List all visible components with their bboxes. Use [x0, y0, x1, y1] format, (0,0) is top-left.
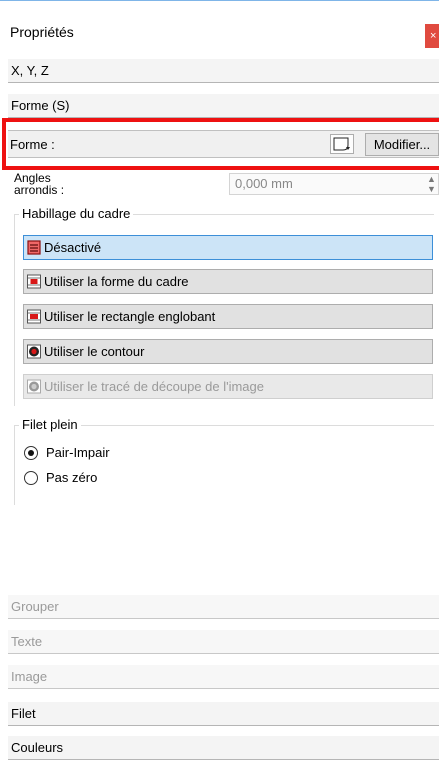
section-grouper[interactable]: Grouper	[8, 595, 439, 619]
habillage-legend: Habillage du cadre	[19, 206, 134, 221]
radio-pas-zero-label[interactable]: Pas zéro	[46, 470, 97, 485]
radio-pair-impair-label[interactable]: Pair-Impair	[46, 445, 110, 460]
wrap-bounding-box-button[interactable]: Utiliser le rectangle englobant	[23, 304, 433, 329]
wrap-contour-icon	[27, 344, 41, 359]
rounded-rect-shape-icon	[333, 137, 350, 151]
forme-row: Forme : Modifier...	[8, 130, 439, 158]
radio-pas-zero[interactable]	[24, 471, 38, 485]
angles-input[interactable]: 0,000 mm ▲ ▼	[229, 173, 439, 195]
wrap-clip-path-icon	[27, 379, 41, 394]
wrap-frame-shape-button[interactable]: Utiliser la forme du cadre	[23, 269, 433, 294]
close-button[interactable]: ×	[425, 24, 439, 48]
wrap-frame-icon	[27, 274, 41, 289]
section-couleurs[interactable]: Couleurs	[8, 736, 439, 760]
section-image[interactable]: Image	[8, 665, 439, 689]
filet-plein-legend: Filet plein	[19, 417, 81, 432]
forme-label: Forme :	[10, 137, 55, 152]
filet-plein-group: Filet plein	[14, 417, 434, 505]
wrap-bounding-box-icon	[27, 309, 41, 324]
section-forme[interactable]: Forme (S)	[8, 94, 439, 118]
angles-label: Angles arrondis :	[14, 171, 65, 197]
radio-pair-impair[interactable]	[24, 446, 38, 460]
wrap-contour-button[interactable]: Utiliser le contour	[23, 339, 433, 364]
wrap-off-button[interactable]: Désactivé	[23, 235, 433, 260]
modifier-button[interactable]: Modifier...	[365, 133, 439, 156]
shape-selector-button[interactable]	[330, 134, 354, 154]
panel-title: Propriétés	[10, 24, 74, 40]
wrap-off-icon	[27, 240, 41, 255]
section-texte[interactable]: Texte	[8, 630, 439, 654]
wrap-clip-path-button[interactable]: Utiliser le tracé de découpe de l'image	[23, 374, 433, 399]
angles-value: 0,000 mm	[235, 176, 293, 191]
section-xyz[interactable]: X, Y, Z	[8, 59, 439, 83]
spinner-arrows-icon[interactable]: ▲ ▼	[427, 174, 436, 194]
top-border	[0, 0, 439, 1]
section-filet[interactable]: Filet	[8, 702, 439, 726]
